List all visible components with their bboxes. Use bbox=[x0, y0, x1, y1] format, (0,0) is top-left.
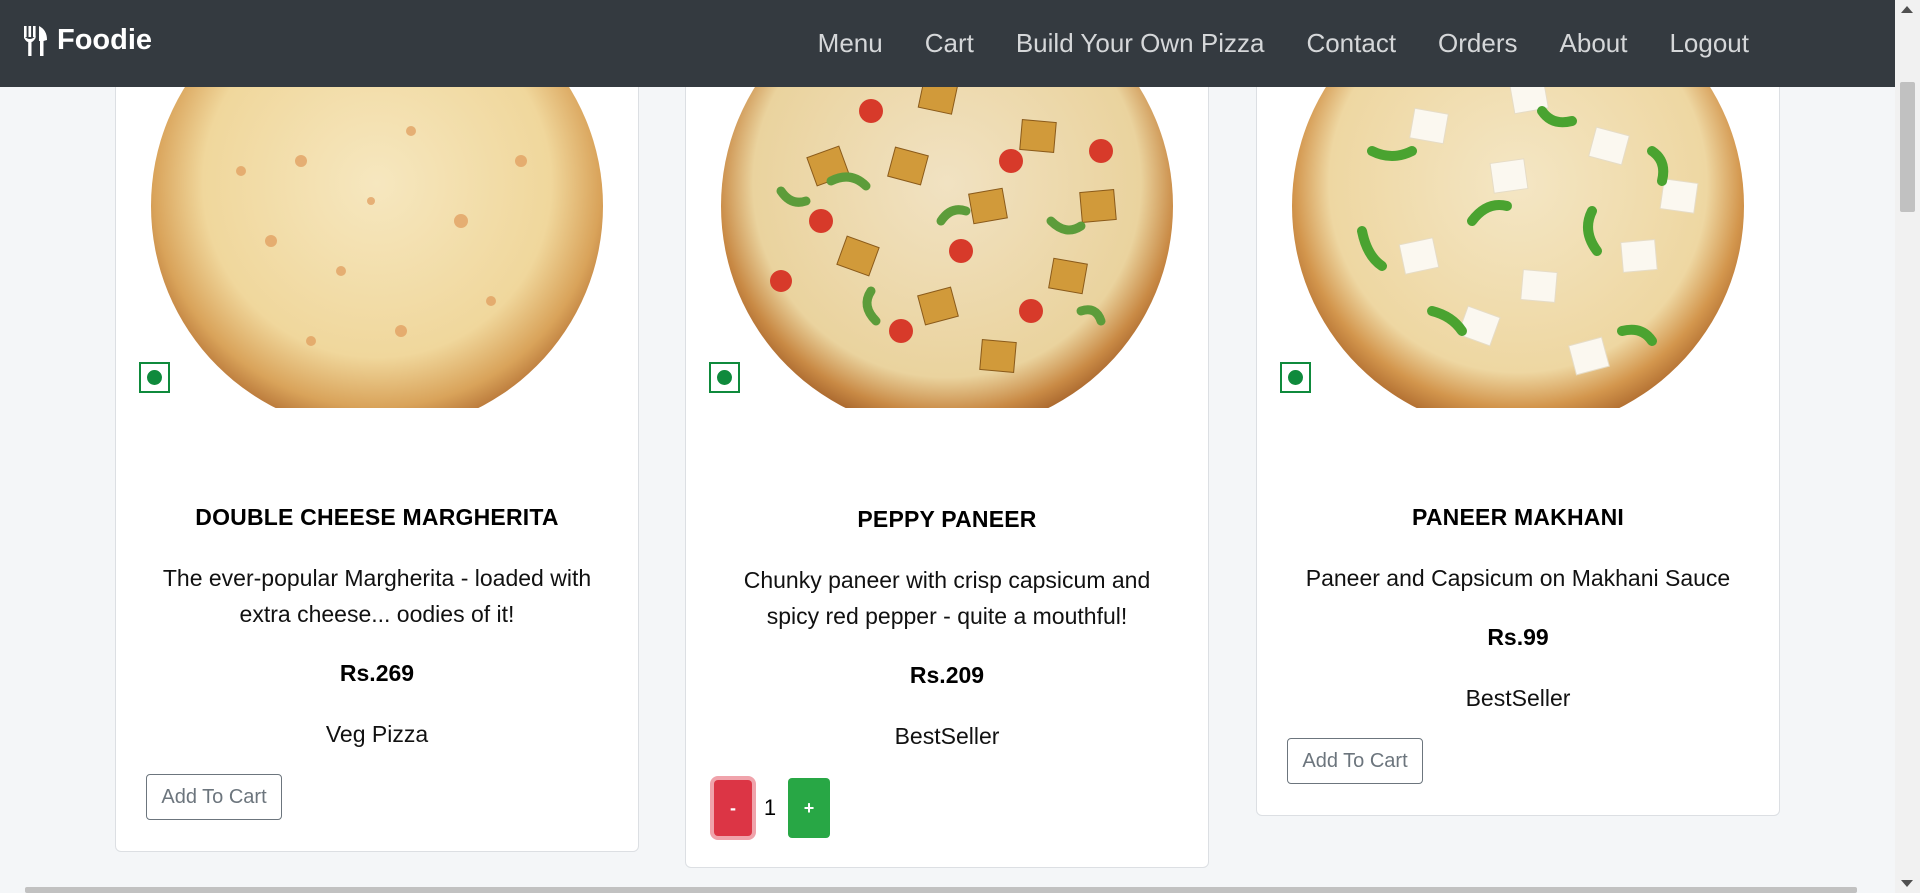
quantity-stepper: - 1 + bbox=[714, 778, 830, 838]
scrollbar-thumb[interactable] bbox=[1900, 82, 1915, 212]
product-category: Veg Pizza bbox=[325, 721, 429, 747]
pizza-image bbox=[1292, 41, 1744, 408]
nav-orders[interactable]: Orders bbox=[1438, 28, 1517, 59]
veg-icon bbox=[1280, 362, 1311, 393]
brand-name: Foodie bbox=[57, 24, 153, 56]
nav-logout[interactable]: Logout bbox=[1669, 28, 1749, 59]
brand-link[interactable]: Foodie bbox=[22, 24, 152, 57]
navbar: Foodie Menu Cart Build Your Own Pizza Co… bbox=[0, 0, 1895, 87]
product-description: Paneer and Capsicum on Makhani Sauce bbox=[1305, 565, 1731, 591]
product-name: DOUBLE CHEESE MARGHERITA bbox=[195, 504, 559, 530]
veg-icon bbox=[139, 362, 170, 393]
decrease-quantity-button[interactable]: - bbox=[714, 780, 752, 836]
product-description: The ever-popular Margherita - loaded wit… bbox=[162, 565, 592, 627]
add-to-cart-button[interactable]: Add To Cart bbox=[1287, 738, 1423, 784]
scroll-down-icon[interactable] bbox=[1901, 880, 1913, 887]
product-price: Rs.99 bbox=[1487, 624, 1549, 650]
nav-build-your-own-pizza[interactable]: Build Your Own Pizza bbox=[1016, 28, 1265, 59]
horizontal-scrollbar[interactable] bbox=[25, 887, 1857, 893]
scroll-up-icon[interactable] bbox=[1901, 6, 1913, 13]
nav-links: Menu Cart Build Your Own Pizza Contact O… bbox=[818, 0, 1749, 87]
add-to-cart-button[interactable]: Add To Cart bbox=[146, 774, 282, 820]
fork-knife-icon bbox=[22, 25, 48, 56]
product-category: BestSeller bbox=[894, 723, 1000, 749]
quantity-value: 1 bbox=[763, 795, 777, 820]
pizza-image bbox=[151, 41, 603, 408]
nav-about[interactable]: About bbox=[1560, 28, 1628, 59]
increase-quantity-button[interactable]: + bbox=[788, 778, 830, 838]
product-card: PANEER MAKHANI Paneer and Capsicum on Ma… bbox=[1256, 40, 1780, 816]
product-card: PEPPY PANEER Chunky paneer with crisp ca… bbox=[685, 40, 1209, 868]
product-name: PANEER MAKHANI bbox=[1412, 504, 1624, 530]
product-card: DOUBLE CHEESE MARGHERITA The ever-popula… bbox=[115, 40, 639, 852]
product-category: BestSeller bbox=[1465, 685, 1571, 711]
nav-contact[interactable]: Contact bbox=[1306, 28, 1396, 59]
vertical-scrollbar[interactable] bbox=[1895, 0, 1920, 893]
product-price: Rs.209 bbox=[909, 662, 985, 688]
veg-icon bbox=[709, 362, 740, 393]
product-description: Chunky paneer with crisp capsicum and sp… bbox=[743, 567, 1151, 629]
product-price: Rs.269 bbox=[339, 660, 415, 686]
nav-cart[interactable]: Cart bbox=[925, 28, 974, 59]
product-name: PEPPY PANEER bbox=[857, 506, 1037, 532]
pizza-image bbox=[721, 41, 1173, 408]
nav-menu[interactable]: Menu bbox=[818, 28, 883, 59]
